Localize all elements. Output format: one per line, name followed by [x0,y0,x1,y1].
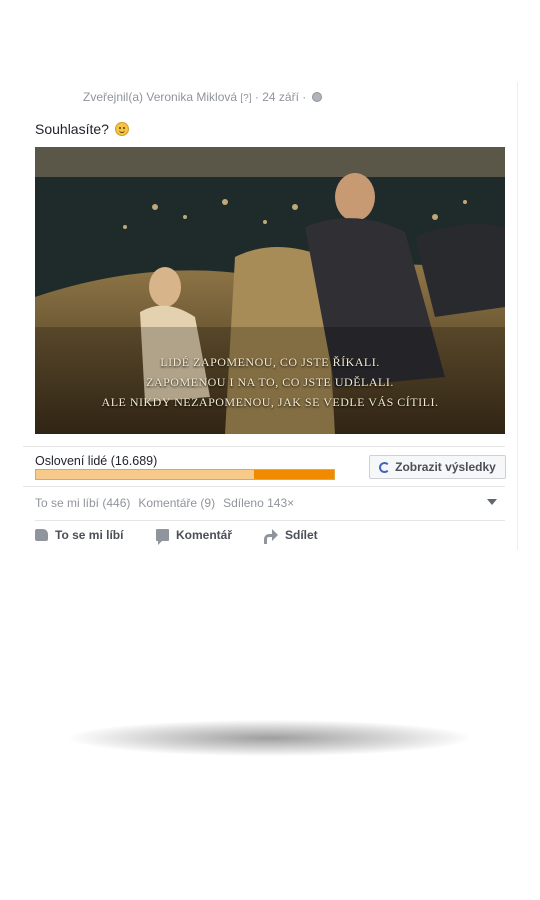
divider [23,446,505,447]
post-date[interactable]: 24 září [262,90,299,104]
post-actions: To se mi líbí Komentář Sdílet [35,528,318,545]
comment-icon [156,529,169,545]
photo-caption: LIDÉ ZAPOMENOU, CO JSTE ŘÍKALI. ZAPOMENO… [35,352,505,412]
shares-count[interactable]: Sdíleno 143× [223,496,294,510]
divider [23,486,505,487]
caption-line: ZAPOMENOU I NA TO, CO JSTE UDĚLALI. [146,375,394,389]
post-photo[interactable]: LIDÉ ZAPOMENOU, CO JSTE ŘÍKALI. ZAPOMENO… [35,147,505,434]
status-text: Souhlasíte? [35,120,129,137]
facebook-post: Zveřejnil(a) Veronika Miklová [?] · 24 z… [23,82,518,550]
divider [35,520,505,521]
caption-line: LIDÉ ZAPOMENOU, CO JSTE ŘÍKALI. [160,355,380,369]
globe-icon[interactable] [311,92,322,102]
status-label: Souhlasíte? [35,121,109,137]
post-stats: To se mi líbí (446) Komentáře (9) Sdílen… [35,496,294,510]
author-line[interactable]: Zveřejnil(a) Veronika Miklová [83,90,237,104]
reach-bar-paid-fill [253,470,334,479]
comment-button[interactable]: Komentář [156,528,264,545]
comments-count[interactable]: Komentáře (9) [138,496,215,510]
caption-line: ALE NIKDY NEZAPOMENOU, JAK SE VEDLE VÁS … [101,395,439,409]
drop-shadow [70,720,470,756]
share-label: Sdílet [285,528,318,542]
share-button[interactable]: Sdílet [264,528,318,544]
share-icon [264,529,278,544]
reach-bar [35,469,335,480]
view-results-button[interactable]: Zobrazit výsledky [369,455,506,479]
like-label: To se mi líbí [55,528,124,542]
post-meta: Zveřejnil(a) Veronika Miklová [?] · 24 z… [83,90,322,104]
smiley-icon [114,122,129,136]
view-results-label: Zobrazit výsledky [395,460,496,474]
likes-count[interactable]: To se mi líbí (446) [35,496,130,510]
caret-down-icon[interactable] [487,499,497,505]
refresh-icon [379,461,391,473]
comment-label: Komentář [176,528,233,542]
help-marker[interactable]: [?] [240,93,251,104]
like-button[interactable]: To se mi líbí [35,528,156,542]
thumbs-up-icon [35,529,48,541]
reach-label: Oslovení lidé (16.689) [35,454,158,468]
